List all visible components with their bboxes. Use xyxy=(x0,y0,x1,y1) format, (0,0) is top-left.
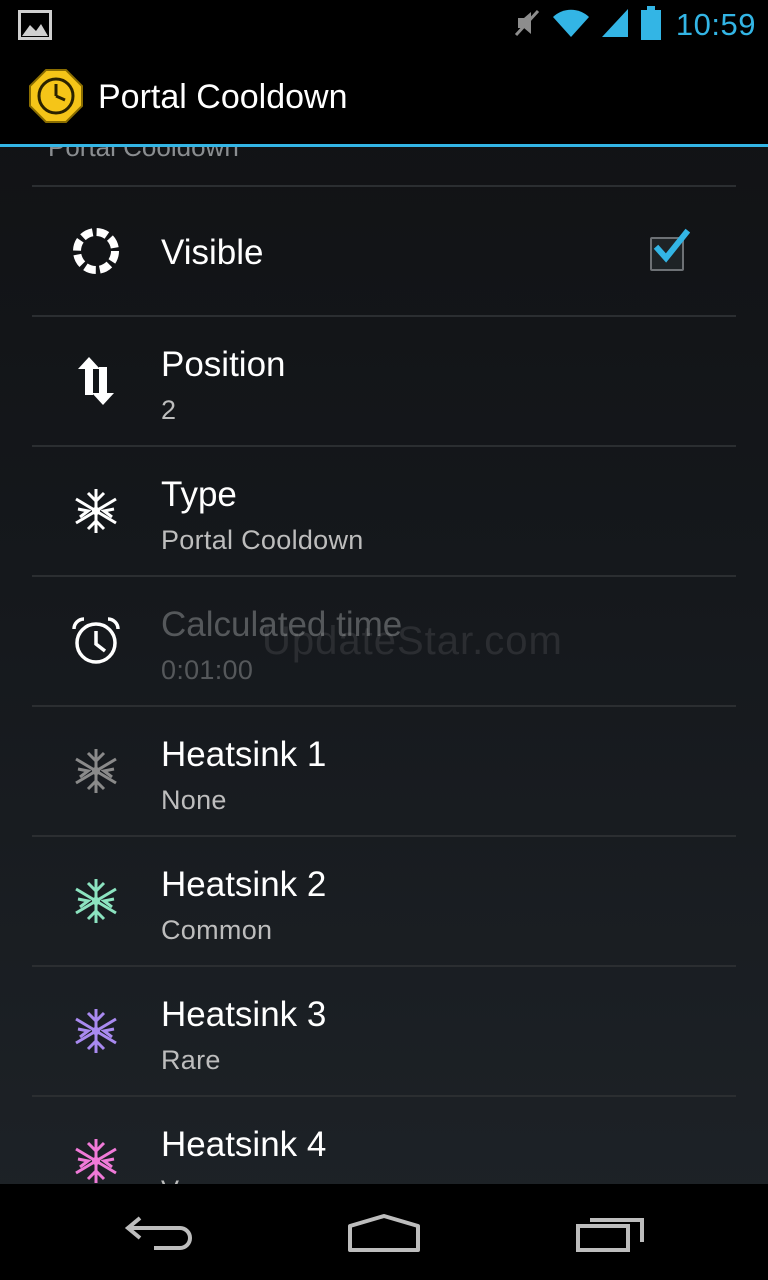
heatsink-green-icon xyxy=(70,875,122,927)
pref-summary: Rare xyxy=(161,1045,221,1075)
back-icon[interactable] xyxy=(124,1212,196,1257)
home-icon[interactable] xyxy=(346,1212,422,1257)
pref-title: Position xyxy=(161,345,286,384)
heatsink-gray-icon xyxy=(70,745,122,797)
pref-heatsink-1[interactable]: Heatsink 1 None xyxy=(0,707,768,835)
nav-bar xyxy=(0,1184,768,1280)
visible-checkbox[interactable] xyxy=(650,228,690,271)
category-header: Portal Cooldown xyxy=(48,147,239,162)
pref-summary: 2 xyxy=(161,395,177,425)
pref-heatsink-3[interactable]: Heatsink 3 Rare xyxy=(0,967,768,1095)
status-bar: 10:59 xyxy=(0,0,768,50)
pref-title: Visible xyxy=(161,233,264,272)
pref-title: Heatsink 4 xyxy=(161,1125,327,1164)
pref-type[interactable]: Type Portal Cooldown xyxy=(0,447,768,575)
settings-list[interactable]: Portal Cooldown Visible Position 2 Type … xyxy=(0,147,768,1184)
pref-position[interactable]: Position 2 xyxy=(0,317,768,445)
app-title: Portal Cooldown xyxy=(98,78,348,116)
signal-icon xyxy=(600,7,630,44)
pref-summary: Very rare xyxy=(161,1175,273,1184)
battery-icon xyxy=(640,5,662,45)
pref-summary: Portal Cooldown xyxy=(161,525,364,555)
pref-heatsink-2[interactable]: Heatsink 2 Common xyxy=(0,837,768,965)
screen: 10:59 Portal Cooldown Portal Cooldown Vi… xyxy=(0,0,768,1280)
pref-title: Heatsink 2 xyxy=(161,865,327,904)
pref-title: Heatsink 1 xyxy=(161,735,327,774)
heatsink-white-icon xyxy=(70,485,122,537)
portal-ring-icon xyxy=(70,225,122,277)
pref-summary: 0:01:00 xyxy=(161,655,254,685)
pref-visible[interactable]: Visible xyxy=(0,187,768,315)
wifi-icon xyxy=(552,7,590,44)
pref-title: Heatsink 3 xyxy=(161,995,327,1034)
image-notification-icon xyxy=(18,10,52,45)
alarm-clock-icon xyxy=(70,615,122,667)
portal-cooldown-app-icon[interactable] xyxy=(28,68,84,129)
heatsink-pink-icon xyxy=(70,1135,122,1184)
heatsink-purple-icon xyxy=(70,1005,122,1057)
pref-heatsink-4[interactable]: Heatsink 4 Very rare xyxy=(0,1097,768,1184)
status-icons: 10:59 xyxy=(512,0,756,50)
watermark: UpdateStar.com xyxy=(262,619,563,663)
pref-title: Type xyxy=(161,475,237,514)
pref-summary: None xyxy=(161,785,227,815)
muted-icon xyxy=(512,7,542,44)
recents-icon[interactable] xyxy=(574,1212,646,1257)
action-bar: Portal Cooldown xyxy=(0,50,768,147)
status-time: 10:59 xyxy=(675,7,756,42)
pref-summary: Common xyxy=(161,915,273,945)
sort-arrows-icon xyxy=(70,355,122,407)
